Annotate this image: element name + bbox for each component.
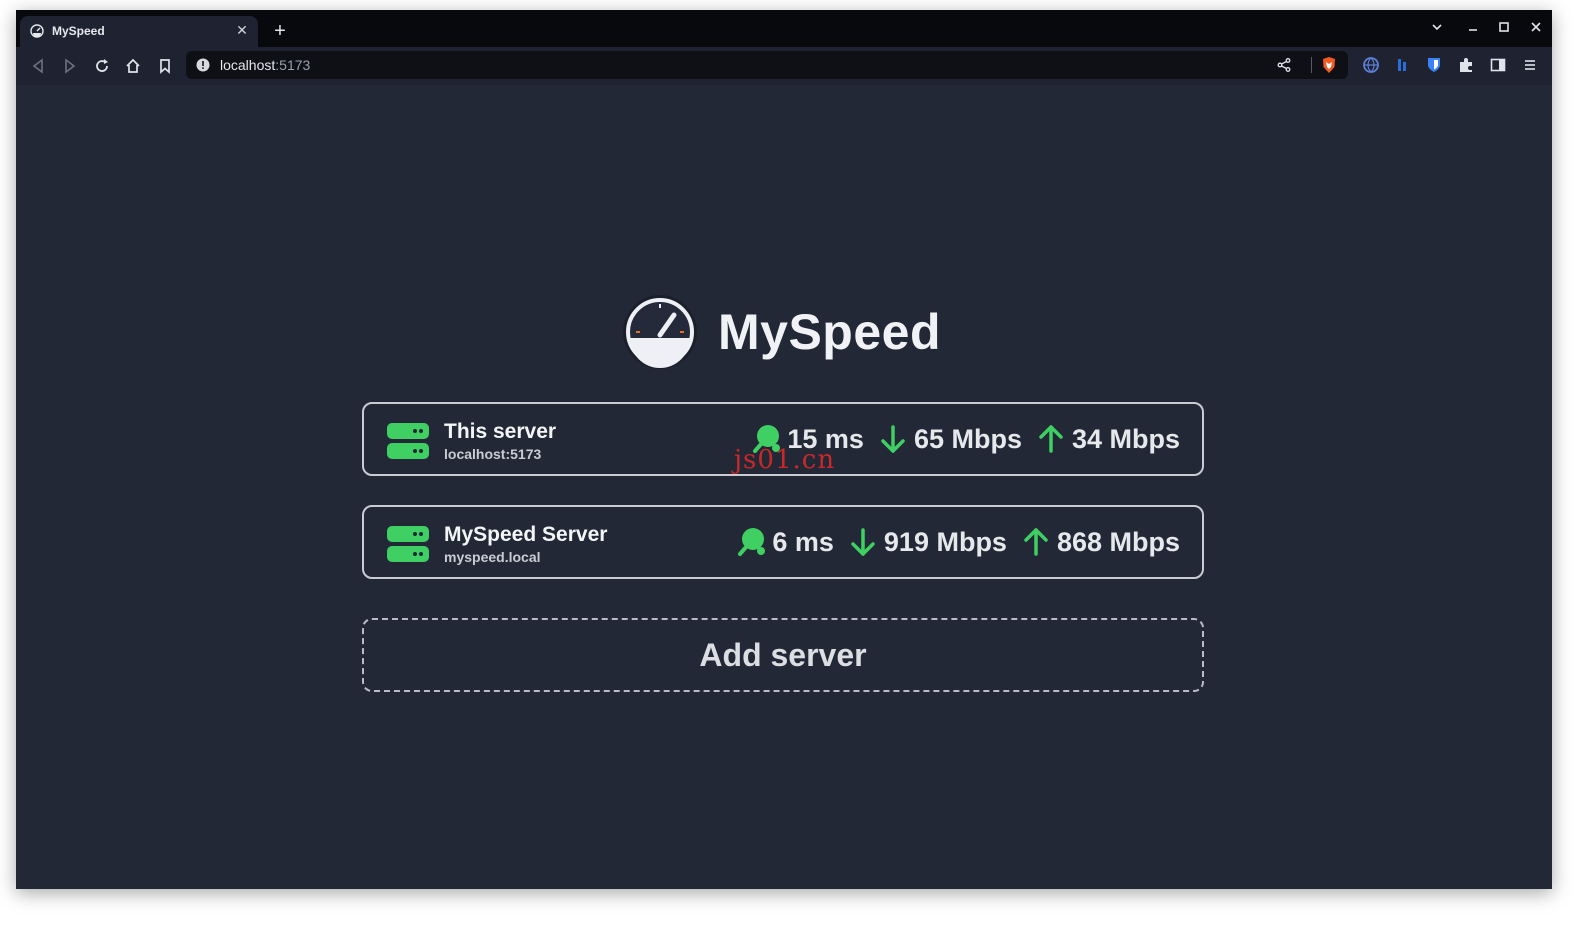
upload-value: 868 Mbps (1056, 526, 1180, 557)
add-server-button[interactable]: Add server (362, 618, 1204, 692)
home-icon[interactable] (123, 56, 143, 76)
server-stats: 15 ms 65 Mbps 34 Mbps (737, 404, 1180, 474)
upload-value: 34 Mbps (1071, 423, 1180, 454)
extensions-puzzle-icon[interactable] (1457, 56, 1475, 74)
server-card-myspeed-server[interactable]: MySpeed Server myspeed.local 6 ms 919 Mb… (362, 505, 1204, 579)
new-tab-icon[interactable]: + (270, 21, 290, 42)
brave-shields-icon[interactable] (1320, 56, 1338, 74)
ping-value: 15 ms (787, 423, 864, 454)
server-stats: 6 ms 919 Mbps 868 Mbps (722, 507, 1180, 577)
bookmark-icon[interactable] (155, 56, 175, 76)
arrow-up-icon (1024, 528, 1048, 556)
vpn-extension-icon[interactable] (1362, 56, 1380, 74)
upload-stat: 868 Mbps (1021, 527, 1180, 558)
upload-stat: 34 Mbps (1036, 424, 1180, 455)
sidebar-icon[interactable] (1489, 56, 1507, 74)
ping-stat: 6 ms (736, 527, 834, 558)
tab-strip: MySpeed ✕ + (16, 10, 1552, 47)
omnibox-divider (1311, 57, 1312, 73)
speedometer-icon (623, 295, 697, 369)
forward-icon[interactable] (60, 56, 80, 76)
wappalyzer-extension-icon[interactable] (1394, 56, 1412, 74)
download-value: 919 Mbps (883, 526, 1007, 557)
download-stat: 919 Mbps (848, 527, 1007, 558)
page-content: MySpeed This server localhost:5173 15 ms… (16, 85, 1552, 889)
download-stat: 65 Mbps (878, 424, 1022, 455)
server-address: myspeed.local (444, 549, 541, 565)
tab-title: MySpeed (52, 24, 105, 38)
ping-pong-icon (753, 425, 781, 453)
browser-window: MySpeed ✕ + localhost:5173 MySpeed This … (16, 10, 1552, 889)
speedometer-icon (30, 24, 44, 38)
menu-icon[interactable] (1521, 56, 1539, 74)
download-value: 65 Mbps (913, 423, 1022, 454)
ping-stat: 15 ms (751, 424, 864, 455)
server-icon (387, 423, 429, 459)
browser-toolbar: localhost:5173 (16, 47, 1552, 85)
app-title: MySpeed (718, 304, 942, 360)
app-header: MySpeed (622, 292, 941, 372)
tab-search-icon[interactable] (1428, 20, 1446, 38)
close-window-icon[interactable] (1527, 20, 1545, 38)
minimize-icon[interactable] (1464, 20, 1482, 38)
browser-tab[interactable]: MySpeed ✕ (20, 16, 258, 47)
arrow-down-icon (881, 425, 905, 453)
url-text[interactable]: localhost:5173 (220, 57, 310, 73)
address-bar[interactable]: localhost:5173 (186, 51, 1348, 79)
close-tab-icon[interactable]: ✕ (234, 22, 250, 38)
arrow-down-icon (851, 528, 875, 556)
share-icon[interactable] (1276, 57, 1292, 73)
arrow-up-icon (1039, 425, 1063, 453)
maximize-icon[interactable] (1495, 20, 1513, 38)
server-icon (387, 526, 429, 562)
server-card-this-server[interactable]: This server localhost:5173 15 ms 65 Mbps… (362, 402, 1204, 476)
ping-value: 6 ms (772, 526, 834, 557)
add-server-label: Add server (699, 636, 867, 673)
site-info-icon[interactable] (196, 58, 210, 72)
server-title: MySpeed Server (444, 523, 608, 546)
ping-pong-icon (738, 528, 766, 556)
reload-icon[interactable] (92, 56, 112, 76)
bitwarden-extension-icon[interactable] (1425, 56, 1443, 74)
server-address: localhost:5173 (444, 446, 542, 462)
back-icon[interactable] (28, 56, 48, 76)
server-title: This server (444, 420, 557, 443)
